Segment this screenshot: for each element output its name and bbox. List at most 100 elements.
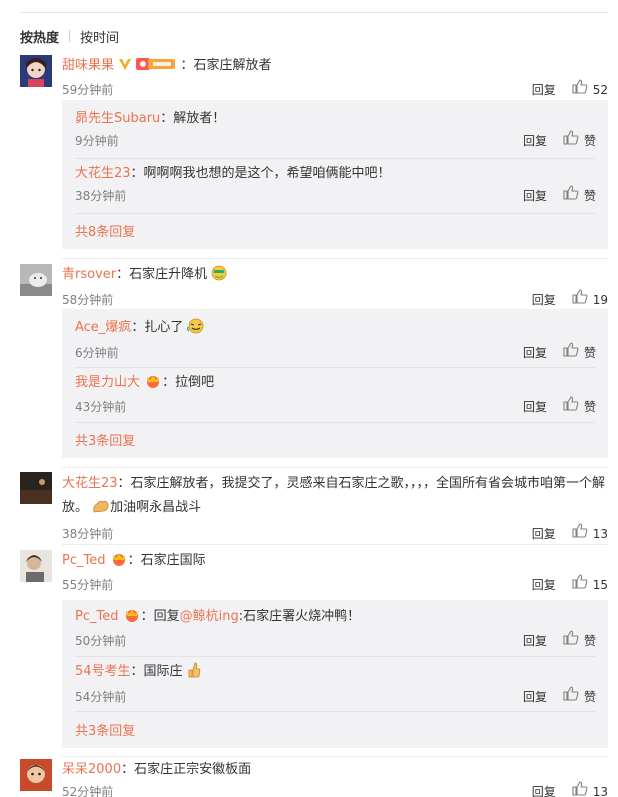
- comment-username[interactable]: 青rsover: [62, 267, 116, 282]
- reply-item: Pc_Ted ：回复@鲸杭ing:石家庄署火烧冲鸭！ 50分钟前 回复 赞: [75, 606, 596, 652]
- reply-divider: [75, 656, 596, 657]
- more-replies-link[interactable]: 共8条回复: [75, 221, 135, 240]
- reply-button[interactable]: 回复: [532, 289, 556, 311]
- reply-item: 54号考生：国际庄 54分钟前 回复 赞: [75, 661, 596, 708]
- like-button[interactable]: 赞: [563, 630, 596, 652]
- reply-content: ：啊啊啊我也想的是这个，希望咱俩能中吧！: [130, 166, 391, 181]
- avatar[interactable]: [20, 759, 52, 791]
- avatar[interactable]: [20, 264, 52, 296]
- reply-button[interactable]: 回复: [523, 396, 547, 418]
- fan-badge-icon: [136, 57, 176, 79]
- reply-username[interactable]: Pc_Ted: [75, 609, 118, 624]
- sort-by-hot[interactable]: 按热度: [20, 27, 59, 46]
- comment-item: Pc_Ted ：石家庄国际 55分钟前 回复 15: [20, 550, 608, 600]
- reply-box: Pc_Ted ：回复@鲸杭ing:石家庄署火烧冲鸭！ 50分钟前 回复 赞 54…: [62, 600, 608, 748]
- reply-content-tail: :石家庄署火烧冲鸭！: [238, 609, 361, 624]
- avatar[interactable]: [20, 472, 52, 504]
- avatar[interactable]: [20, 55, 52, 87]
- comment-item: 大花生23：石家庄解放者，我提交了，灵感来自石家庄之歌，，，，全国所有省会城市咱…: [20, 472, 608, 542]
- top-divider: [20, 12, 608, 13]
- reply-username[interactable]: 我是力山大: [75, 375, 140, 390]
- like-button[interactable]: 19: [572, 289, 608, 311]
- reply-button[interactable]: 回复: [523, 130, 547, 152]
- reply-time: 38分钟前: [75, 189, 127, 203]
- crown-badge-icon: [110, 552, 128, 574]
- comment-time: 58分钟前: [62, 293, 114, 307]
- vip-v-icon: [118, 57, 132, 79]
- like-label: 赞: [583, 189, 596, 203]
- comment-time: 52分钟前: [62, 785, 114, 797]
- reply-username[interactable]: 54号考生: [75, 664, 131, 679]
- sort-by-time[interactable]: 按时间: [80, 27, 119, 46]
- more-replies-link[interactable]: 共3条回复: [75, 720, 135, 739]
- reply-content: ：国际庄: [130, 664, 183, 679]
- more-replies-link[interactable]: 共3条回复: [75, 430, 135, 449]
- comment-divider: [62, 544, 608, 545]
- reply-button[interactable]: 回复: [532, 79, 556, 101]
- comment-content-tail: 加油啊永昌战斗: [110, 500, 202, 515]
- comment-time: 59分钟前: [62, 83, 114, 97]
- reply-item: Ace_爆疯：扎心了 6分钟前 回复 赞: [75, 317, 596, 364]
- comment-time: 38分钟前: [62, 527, 114, 541]
- like-label: 赞: [583, 634, 596, 648]
- like-button[interactable]: 赞: [563, 185, 596, 207]
- comment-content: ：石家庄解放者，我提交了，灵感来自石家庄之歌，，，，全国所有省会城市咱第一个解: [117, 476, 606, 491]
- reply-divider: [75, 158, 596, 159]
- like-button[interactable]: 52: [572, 79, 608, 101]
- thumb-up-icon: [563, 130, 584, 152]
- sort-tabs: 按热度 按时间: [20, 27, 119, 46]
- like-count: 19: [592, 293, 608, 307]
- reply-username[interactable]: Ace_爆疯: [75, 320, 131, 335]
- reply-divider: [75, 422, 596, 423]
- avatar[interactable]: [20, 550, 52, 582]
- reply-username[interactable]: 大花生23: [75, 166, 131, 181]
- reply-time: 6分钟前: [75, 346, 119, 360]
- thumb-up-icon: [572, 781, 593, 797]
- like-button[interactable]: 赞: [563, 396, 596, 418]
- reply-content: ：扎心了: [131, 320, 184, 335]
- sort-separator: [69, 30, 71, 42]
- comment-username[interactable]: 呆呆2000: [62, 762, 121, 777]
- like-button[interactable]: 15: [572, 574, 608, 596]
- reply-time: 43分钟前: [75, 400, 127, 414]
- reply-time: 50分钟前: [75, 634, 127, 648]
- reply-button[interactable]: 回复: [523, 630, 547, 652]
- comment-divider: [62, 467, 608, 468]
- reply-divider: [75, 213, 596, 214]
- reply-content: ：回复: [140, 609, 180, 624]
- like-button[interactable]: 13: [572, 781, 608, 797]
- thumb-up-icon: [563, 630, 584, 652]
- thumb-up-icon: [563, 342, 584, 364]
- reply-button[interactable]: 回复: [523, 342, 547, 364]
- like-count: 52: [592, 83, 608, 97]
- reply-button[interactable]: 回复: [523, 185, 547, 207]
- like-button[interactable]: 13: [572, 523, 608, 545]
- comment-content: ：石家庄国际: [127, 553, 206, 568]
- comment-username[interactable]: 甜味果果: [62, 58, 114, 73]
- reply-button[interactable]: 回复: [532, 523, 556, 545]
- reply-button[interactable]: 回复: [532, 781, 556, 797]
- reply-time: 54分钟前: [75, 690, 127, 704]
- like-button[interactable]: 赞: [563, 342, 596, 364]
- comment-username[interactable]: 大花生23: [62, 476, 118, 491]
- thumb-up-icon: [563, 686, 584, 708]
- reply-username[interactable]: 昴先生Subaru: [75, 111, 160, 126]
- reply-button[interactable]: 回复: [532, 574, 556, 596]
- comment-username[interactable]: Pc_Ted: [62, 553, 105, 568]
- comment-divider: [62, 756, 608, 757]
- thumb-up-icon: [572, 574, 593, 596]
- thumb-up-icon: [572, 523, 593, 545]
- reply-item: 昴先生Subaru：解放者！ 9分钟前 回复 赞: [75, 108, 596, 152]
- like-label: 赞: [583, 400, 596, 414]
- like-button[interactable]: 赞: [563, 130, 596, 152]
- reply-item: 大花生23：啊啊啊我也想的是这个，希望咱俩能中吧！ 38分钟前 回复 赞: [75, 163, 596, 207]
- reply-divider: [75, 711, 596, 712]
- thumb-up-icon: [563, 185, 584, 207]
- like-label: 赞: [583, 690, 596, 704]
- like-count: 13: [592, 785, 608, 797]
- like-button[interactable]: 赞: [563, 686, 596, 708]
- reply-button[interactable]: 回复: [523, 686, 547, 708]
- reply-item: 我是力山大 ：拉倒吧 43分钟前 回复 赞: [75, 372, 596, 418]
- reply-mention[interactable]: @鲸杭ing: [180, 609, 239, 624]
- comment-time: 55分钟前: [62, 578, 114, 592]
